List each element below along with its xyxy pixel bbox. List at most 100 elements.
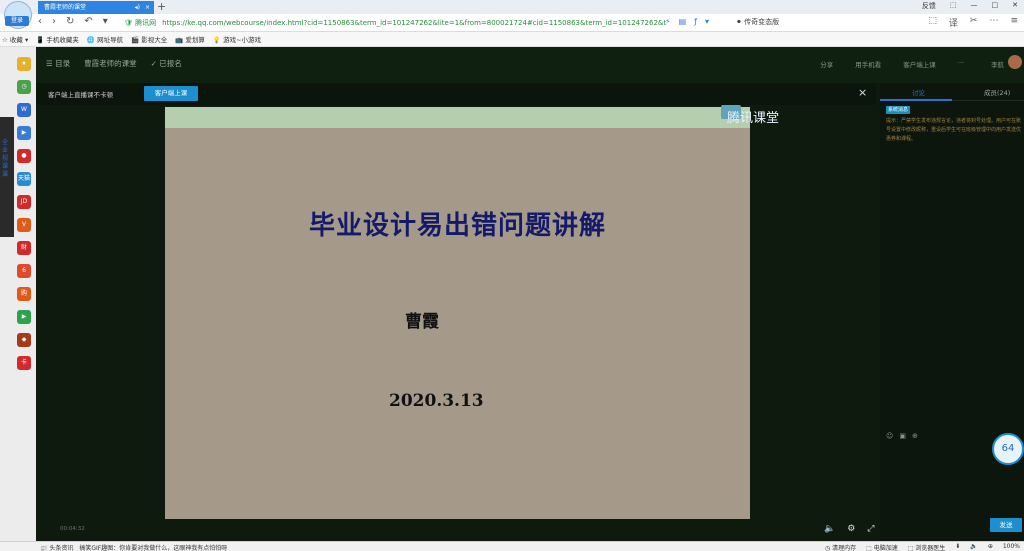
video-control-icons: 🔈 ⚙ ⤢ xyxy=(824,524,875,534)
skin-icon[interactable]: ⬚ xyxy=(950,1,957,11)
fullscreen-icon[interactable]: ⤢ xyxy=(867,524,874,534)
header-links: 分享 用手机看 客户端上课 ··· xyxy=(820,59,964,69)
network-speed-badge[interactable]: 64 xyxy=(992,433,1024,465)
news-headline-text[interactable]: 搞笑GIF趣图：你肯要对我做什么，这眼神我有点怕怕呀 xyxy=(79,543,227,551)
bookmark-bar: ☆ 收藏 ▾ 📱 手机收藏夹 🌐 网址导航 🎬 影视大全 📺 爱划算 💡 游戏~… xyxy=(0,32,1024,47)
translate-icon[interactable]: 译 xyxy=(949,16,958,29)
shopping-icon[interactable]: 购 xyxy=(17,287,31,301)
weibo-icon[interactable]: 6 xyxy=(17,264,31,278)
url-field[interactable]: 🛡 腾讯网 https://ke.qq.com/webcourse/index.… xyxy=(124,16,724,30)
card-icon[interactable]: 卡 xyxy=(17,356,31,370)
extension-icon[interactable]: ⬚ xyxy=(928,16,937,29)
refresh-icon[interactable]: ↻ xyxy=(66,16,74,27)
zoom-icon[interactable]: ⊕ xyxy=(988,543,993,551)
breadcrumb: ☰ 目录 曹霞老师的课堂 ✓ 已报名 xyxy=(46,58,182,69)
url-text[interactable]: https://ke.qq.com/webcourse/index.html?c… xyxy=(162,19,666,27)
video-controls: 00:04:32 🔈 ⚙ ⤢ xyxy=(36,519,876,541)
new-tab-button[interactable]: + xyxy=(157,0,166,13)
send-button[interactable]: 发送 xyxy=(990,518,1022,532)
bookmark-mobile[interactable]: 📱 手机收藏夹 xyxy=(36,34,79,44)
chat-toolbar: ☺ ▣ ⊕ xyxy=(886,432,918,440)
volume-icon[interactable]: 🔈 xyxy=(824,524,835,534)
chevron-down-icon[interactable]: ▾ xyxy=(103,16,108,27)
catalog-link[interactable]: ☰ 目录 xyxy=(46,58,70,69)
tab-close-icon[interactable]: × xyxy=(145,1,150,14)
clean-memory-button[interactable]: ◷ 清理内存 xyxy=(825,543,856,551)
open-client-button[interactable]: 客户端上课 xyxy=(144,86,198,101)
jd-icon[interactable]: JD xyxy=(17,195,31,209)
course-header: ☰ 目录 曹霞老师的课堂 ✓ 已报名 分享 用手机看 客户端上课 ··· 李航 xyxy=(36,47,1024,83)
vip-icon[interactable]: V xyxy=(17,218,31,232)
undo-icon[interactable]: ↶ xyxy=(84,16,92,27)
dropdown-icon[interactable]: ▾ xyxy=(705,17,709,26)
share-link[interactable]: 分享 xyxy=(820,59,833,69)
record-icon[interactable]: ● xyxy=(17,149,31,163)
video-icon[interactable]: ▶ xyxy=(17,126,31,140)
more-menu-icon[interactable]: ··· xyxy=(958,59,964,69)
bookmark-nav[interactable]: 🌐 网址导航 xyxy=(87,34,123,44)
screenshot-icon[interactable]: ✂ xyxy=(970,16,978,29)
bookmark-deals[interactable]: 📺 爱划算 xyxy=(175,34,205,44)
flower-icon[interactable]: ⊕ xyxy=(912,432,918,440)
star-icon[interactable]: ★ xyxy=(17,57,31,71)
user-name[interactable]: 李航 xyxy=(991,59,1004,69)
forward-icon[interactable]: › xyxy=(52,16,56,27)
tab-members[interactable]: 成员(24) xyxy=(984,87,1010,97)
compat-mode-link[interactable]: ⚫ 传奇变态版 xyxy=(736,17,779,27)
browser-tab-active[interactable]: 曹霞老师的课堂 ◂) × xyxy=(38,1,154,14)
bookmark-favorites[interactable]: ☆ 收藏 ▾ xyxy=(2,34,28,44)
close-icon[interactable]: × xyxy=(858,86,867,99)
news-headline-label[interactable]: 📰 头条资讯 xyxy=(40,543,73,551)
browser-doctor-button[interactable]: ⬚ 浏览器医生 xyxy=(908,543,946,551)
emoji-icon[interactable]: ☺ xyxy=(886,432,893,440)
menu-icon[interactable]: ≡ xyxy=(1010,16,1018,29)
slide-author: 曹霞 xyxy=(405,312,439,332)
avatar[interactable] xyxy=(1008,55,1022,69)
chat-panel: 讨论 成员(24) 系统消息 提示：严禁学生发布违规言论，违者将封号处理。用户可… xyxy=(880,83,1024,541)
game-icon[interactable]: ◆ xyxy=(17,333,31,347)
image-icon[interactable]: ▣ xyxy=(899,432,906,440)
minimize-button[interactable]: — xyxy=(971,1,978,11)
zoom-level[interactable]: 100% xyxy=(1003,543,1020,551)
secure-badge[interactable]: 🛡 腾讯网 xyxy=(124,18,156,28)
tab-title: 曹霞老师的课堂 xyxy=(44,4,87,11)
font-icon[interactable]: ƒ xyxy=(694,17,697,26)
tab-sound-icon[interactable]: ◂) xyxy=(135,1,140,14)
back-icon[interactable]: ‹ xyxy=(38,16,42,27)
browser-title-bar: 曹霞老师的课堂 ◂) × + 反馈 ⬚ — □ ✕ xyxy=(0,0,1024,14)
more-icon[interactable]: ⋯ xyxy=(989,16,998,29)
news-ticker: 📰 头条资讯 搞笑GIF趣图：你肯要对我做什么，这眼神我有点怕怕呀 xyxy=(40,543,227,551)
settings-icon[interactable]: ⚙ xyxy=(847,524,855,534)
course-name-link[interactable]: 曹霞老师的课堂 xyxy=(84,58,137,69)
finance-icon[interactable]: 财 xyxy=(17,241,31,255)
slide-header-band xyxy=(165,107,750,128)
close-window-button[interactable]: ✕ xyxy=(1012,1,1018,11)
url-action-icons: ⚡ ▤ ƒ ▾ xyxy=(665,17,709,26)
tmall-icon[interactable]: 天猫 xyxy=(17,172,31,186)
active-tab-underline xyxy=(880,99,952,101)
feedback-button[interactable]: 反馈 xyxy=(922,1,936,11)
download-icon[interactable]: ⬇ xyxy=(955,543,960,551)
chat-tabs: 讨论 成员(24) xyxy=(880,83,1024,101)
client-class-link[interactable]: 客户端上课 xyxy=(903,59,936,69)
clock-icon[interactable]: ◷ xyxy=(17,80,31,94)
rocket-icon[interactable]: ⚡ xyxy=(665,17,671,26)
enrolled-badge: ✓ 已报名 xyxy=(150,59,182,68)
slide-title: 毕业设计易出错问题讲解 xyxy=(308,211,606,241)
word-icon[interactable]: W xyxy=(17,103,31,117)
bookmark-video[interactable]: 🎬 影视大全 xyxy=(131,34,167,44)
system-message-badge: 系统消息 xyxy=(886,106,911,114)
tab-discussion[interactable]: 讨论 xyxy=(912,87,925,97)
sidebar-vertical-label: 全业视课课 xyxy=(2,139,9,178)
pc-speedup-button[interactable]: ⬚ 电脑加速 xyxy=(866,543,898,551)
slide-logo-text: 腾讯课堂 xyxy=(727,111,780,126)
maximize-button[interactable]: □ xyxy=(992,1,999,11)
play-icon[interactable]: ▶ xyxy=(17,310,31,324)
mobile-view-link[interactable]: 用手机看 xyxy=(855,59,881,69)
reader-icon[interactable]: ▤ xyxy=(679,17,687,26)
client-notice-bar: 客户端上直播课不卡顿 客户端上课 × xyxy=(36,83,876,105)
login-button[interactable]: 登录 xyxy=(5,16,29,26)
bookmark-games[interactable]: 💡 游戏~小游戏 xyxy=(213,34,261,44)
address-bar: ‹ › ↻ ↶ ▾ 🛡 腾讯网 https://ke.qq.com/webcou… xyxy=(0,14,1024,32)
sound-icon[interactable]: 🔈 xyxy=(970,543,977,551)
